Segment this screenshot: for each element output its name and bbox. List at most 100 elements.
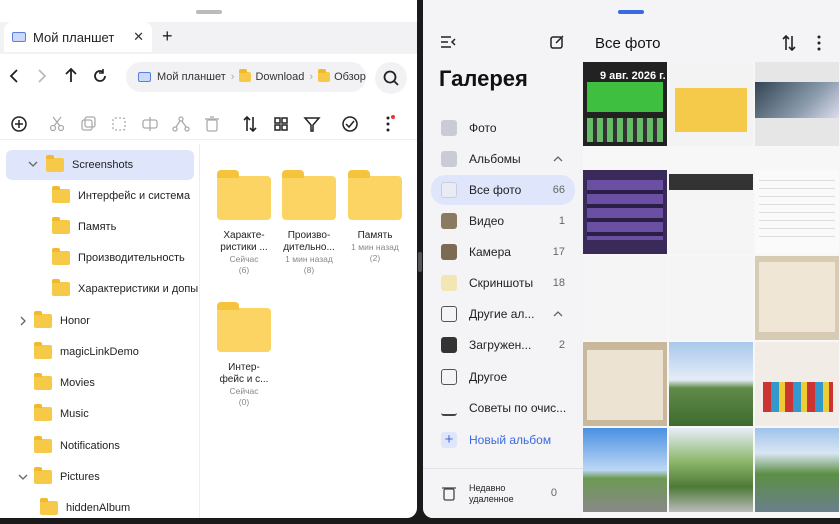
- photo-thumbnail[interactable]: [669, 256, 753, 340]
- breadcrumb-item[interactable]: Мой планшет: [157, 71, 226, 83]
- tree-item[interactable]: Характеристики и допы: [52, 274, 198, 304]
- window-drag-handle[interactable]: [618, 10, 644, 14]
- collapse-sidebar-icon[interactable]: [439, 34, 457, 50]
- photo-thumbnail[interactable]: [669, 170, 753, 254]
- photo-thumbnail[interactable]: [755, 256, 839, 340]
- rename-icon[interactable]: [140, 114, 160, 134]
- photo-thumbnail[interactable]: [755, 62, 839, 146]
- tree-item[interactable]: Notifications: [34, 431, 120, 461]
- cut-icon[interactable]: [47, 114, 67, 134]
- chevron-up-icon[interactable]: [553, 154, 563, 164]
- tree-item-label: Характеристики и допы: [78, 283, 199, 295]
- folder-icon: [348, 170, 402, 220]
- nav-row: Мой планшет › Download › Обзор: [0, 60, 417, 96]
- photo-thumbnail[interactable]: [669, 428, 753, 512]
- chevron-down-icon[interactable]: [18, 472, 28, 482]
- check-circle-icon[interactable]: [340, 114, 360, 134]
- tree-item[interactable]: Pictures: [18, 462, 100, 492]
- tab-my-tablet[interactable]: Мой планшет ✕: [4, 22, 152, 52]
- divider-grip[interactable]: [418, 252, 422, 272]
- share-icon[interactable]: [171, 114, 191, 134]
- photo-thumbnail[interactable]: [583, 342, 667, 426]
- folder-tile[interactable]: Произво- дительно... 1 мин назад (8): [278, 170, 340, 276]
- chevron-up-icon[interactable]: [553, 309, 563, 319]
- nav-albums[interactable]: Альбомы: [431, 144, 575, 174]
- breadcrumb-item[interactable]: Обзор: [334, 71, 366, 83]
- tree-item-screenshots[interactable]: Screenshots: [6, 150, 194, 180]
- close-tab-icon[interactable]: ✕: [133, 29, 144, 45]
- photo-thumbnail[interactable]: [583, 170, 667, 254]
- nav-label: Камера: [469, 245, 511, 259]
- photo-thumbnail[interactable]: [669, 62, 753, 146]
- breadcrumb-item[interactable]: Download: [255, 71, 304, 83]
- new-album-button[interactable]: + Новый альбом: [431, 425, 575, 455]
- chevron-right-icon[interactable]: [18, 316, 28, 326]
- photo-thumbnail[interactable]: [755, 428, 839, 512]
- chevron-right-icon: ›: [230, 71, 235, 83]
- photo-thumbnail[interactable]: [755, 342, 839, 426]
- thumb-icon: [441, 182, 457, 198]
- chevron-down-icon[interactable]: [28, 159, 38, 169]
- delete-icon[interactable]: [202, 114, 222, 134]
- folder-tile[interactable]: Память 1 мин назад (2): [344, 170, 406, 264]
- thumb-icon: [441, 213, 457, 229]
- nav-label: Альбомы: [469, 152, 521, 166]
- grid-view-icon[interactable]: [271, 114, 291, 134]
- thumb-icon: [441, 275, 457, 291]
- nav-label: Все фото: [469, 183, 522, 197]
- thumb-icon: [441, 337, 457, 353]
- folder-name: Интер-: [228, 362, 260, 373]
- photo-thumbnail[interactable]: [583, 428, 667, 512]
- copy-icon[interactable]: [78, 114, 98, 134]
- search-icon: [383, 70, 399, 86]
- back-icon[interactable]: [8, 68, 20, 84]
- tree-item[interactable]: Производительность: [52, 243, 185, 273]
- photo-thumbnail[interactable]: [755, 170, 839, 254]
- sort-icon[interactable]: [781, 34, 797, 52]
- nav-cleanup-tips[interactable]: Советы по очис...: [431, 393, 575, 423]
- tree-item[interactable]: Honor: [18, 306, 90, 336]
- add-icon[interactable]: [9, 114, 29, 134]
- sort-icon[interactable]: [240, 114, 260, 134]
- photo-thumbnail[interactable]: [669, 342, 753, 426]
- folder-icon: [34, 311, 52, 328]
- forward-icon[interactable]: [36, 68, 48, 84]
- tree-item[interactable]: Music: [34, 399, 89, 429]
- folder-name: Память: [357, 230, 393, 241]
- tree-item[interactable]: Movies: [34, 368, 95, 398]
- folder-tile[interactable]: Интер- фейс и с... Сейчас (0): [213, 302, 275, 408]
- more-menu-icon[interactable]: [815, 34, 823, 52]
- tree-item[interactable]: Память: [52, 212, 116, 242]
- tree-item[interactable]: magicLinkDemo: [34, 337, 139, 367]
- nav-screenshots[interactable]: Скриншоты 18: [431, 268, 575, 298]
- nav-downloads[interactable]: Загружен... 2: [431, 330, 575, 360]
- edit-icon[interactable]: [549, 34, 565, 50]
- up-icon[interactable]: [64, 67, 78, 83]
- tree-item[interactable]: hiddenAlbum: [40, 493, 130, 518]
- nav-count: 66: [552, 184, 565, 196]
- nav-other[interactable]: Другое: [431, 362, 575, 392]
- nav-photos[interactable]: Фото: [431, 113, 575, 143]
- nav-camera[interactable]: Камера 17: [431, 237, 575, 267]
- new-tab-icon[interactable]: +: [162, 26, 173, 47]
- nav-all-photos[interactable]: Все фото 66: [431, 175, 575, 205]
- tablet-icon: [138, 72, 151, 82]
- folder-tile[interactable]: Характе- ристики ... Сейчас (6): [213, 170, 275, 276]
- photo-thumbnail[interactable]: [583, 256, 667, 340]
- search-button[interactable]: [375, 62, 407, 94]
- tree-item[interactable]: Интерфейс и система: [52, 181, 190, 211]
- folder-icon: [318, 69, 331, 82]
- more-menu-icon[interactable]: [378, 114, 398, 134]
- nav-videos[interactable]: Видео 1: [431, 206, 575, 236]
- nav-other-albums[interactable]: Другие ал...: [431, 299, 575, 329]
- tree-item-label: Music: [60, 408, 89, 420]
- chevron-right-icon: ›: [309, 71, 314, 83]
- filter-icon[interactable]: [302, 114, 322, 134]
- refresh-icon[interactable]: [92, 68, 108, 84]
- photos-title: Все фото: [595, 35, 661, 52]
- photo-grid: Все фото 9 авг. 2026 г.: [583, 0, 840, 518]
- tablet-icon: [12, 32, 26, 42]
- window-drag-handle[interactable]: [196, 10, 222, 14]
- select-icon[interactable]: [109, 114, 129, 134]
- nav-recently-deleted[interactable]: Недавно удаленное 0: [431, 480, 575, 510]
